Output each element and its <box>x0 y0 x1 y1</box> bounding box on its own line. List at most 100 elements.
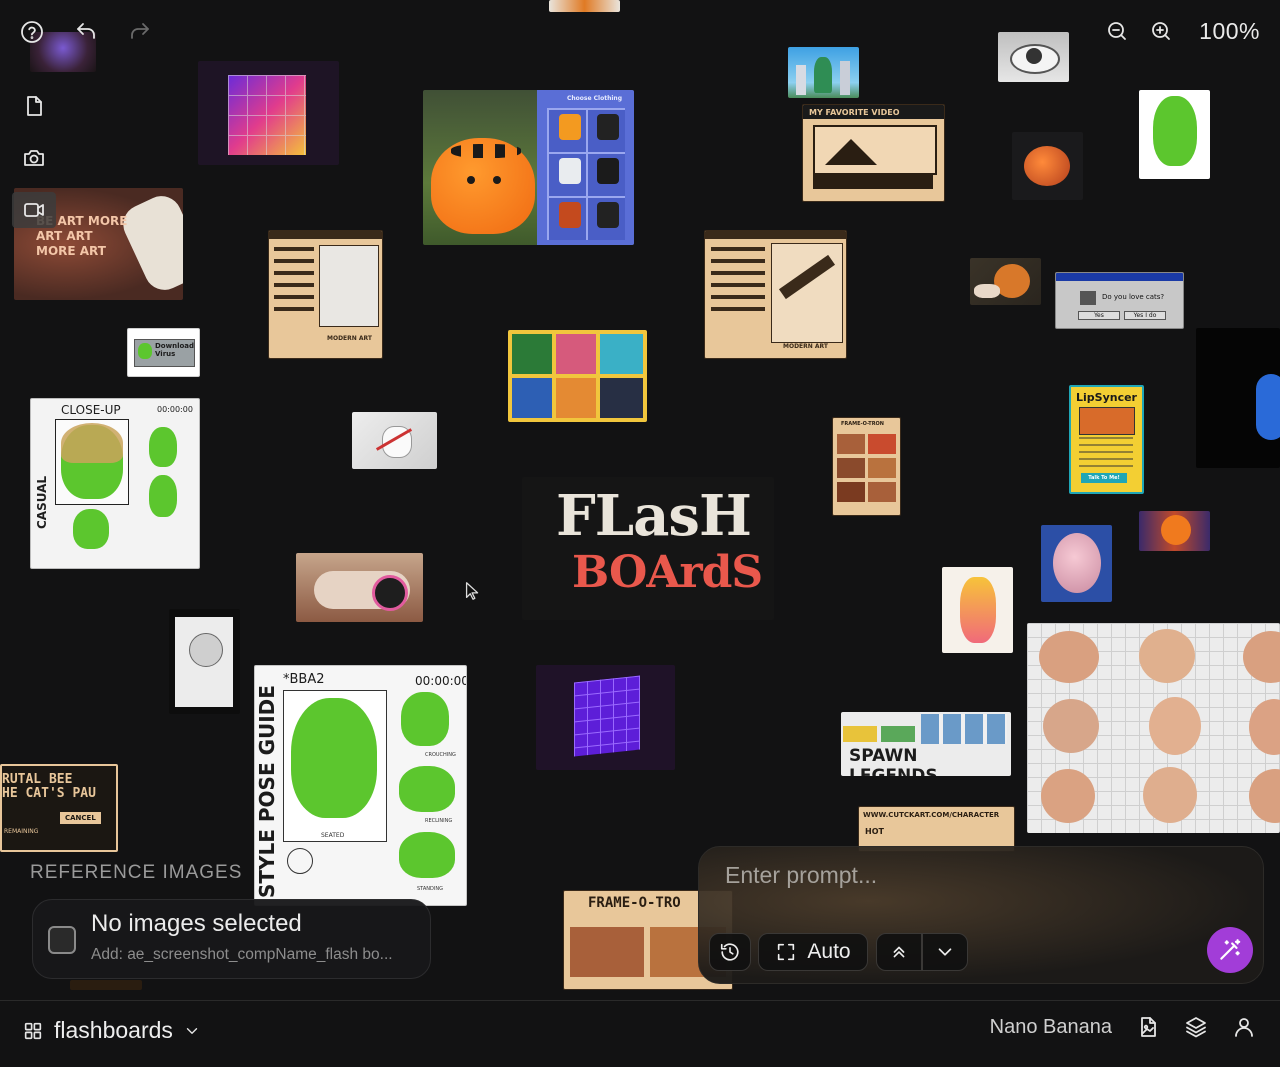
prompt-input[interactable] <box>723 861 1227 890</box>
thumbnail-lipsyncer[interactable]: LipSyncer Talk To Me! <box>1069 385 1144 494</box>
top-left-toolbar <box>14 14 158 50</box>
thumbnail-partial-bottom[interactable] <box>70 980 142 990</box>
reference-hint: Add: ae_screenshot_compName_flash bo... <box>91 946 393 963</box>
chevron-down-icon <box>183 1022 201 1040</box>
frog-figure <box>291 698 377 818</box>
thumbnail-modern-art-1[interactable]: MODERN ART <box>268 230 383 359</box>
thumbnail-modern-art-2[interactable]: MODERN ART <box>704 230 847 359</box>
aspect-ratio-label: Auto <box>807 940 851 963</box>
thumbnail-download-virus[interactable]: Download Virus <box>127 328 200 377</box>
camera-icon[interactable] <box>12 140 56 176</box>
pose-label-reclining: RECLINING <box>425 818 453 824</box>
frog-figure <box>73 509 109 549</box>
model-name[interactable]: Nano Banana <box>990 1016 1112 1039</box>
thumbnail-cat-toy[interactable] <box>1012 132 1083 200</box>
zoom-out-icon[interactable] <box>1101 14 1133 48</box>
thumbnail-frog-chair[interactable] <box>1139 90 1210 179</box>
thumbnail-cat-sketch[interactable] <box>352 412 437 469</box>
modern-art-label-2: MODERN ART <box>783 343 828 350</box>
prompt-panel: Auto <box>698 846 1264 984</box>
chevron-down-icon <box>938 948 952 956</box>
generate-button[interactable] <box>1207 927 1253 973</box>
reference-select-checkbox[interactable] <box>48 926 76 954</box>
style-pose-code: *BBA2 <box>283 672 325 687</box>
aspect-ratio-button[interactable]: Auto <box>758 933 868 971</box>
bottom-bar: flashboards Nano Banana <box>0 1000 1280 1067</box>
thumbnail-top-partial[interactable] <box>549 0 620 12</box>
thumbnail-frame-o-tron-small[interactable]: FRAME-O-TRON <box>832 417 901 516</box>
flashboards-logo[interactable]: FLasH BOArdS <box>522 477 774 620</box>
thumbnail-city[interactable] <box>788 47 859 98</box>
style-pose-time: 00:00:00 <box>415 674 467 688</box>
reference-status: No images selected <box>91 910 302 937</box>
remaining-label: REMAINING <box>4 828 39 835</box>
pose-label-standing: STANDING <box>417 886 443 892</box>
frog-figure <box>149 475 177 517</box>
thumbnail-my-favorite-video[interactable]: MY FAVORITE VIDEO <box>802 104 945 202</box>
cats-dialog-question: Do you love cats? <box>1102 293 1165 301</box>
frog-icon <box>138 343 152 359</box>
history-button[interactable] <box>709 933 751 971</box>
frog-figure <box>149 427 177 467</box>
logo-line-2: BOArdS <box>572 547 763 598</box>
thumbnail-eye[interactable] <box>998 32 1069 82</box>
reference-images-panel[interactable]: No images selected Add: ae_screenshot_co… <box>32 899 431 979</box>
close-up-label: CLOSE-UP <box>61 403 121 417</box>
thumbnail-collage-grid[interactable] <box>508 330 647 422</box>
chevrons-up-icon <box>893 946 905 958</box>
pose-label-seated: SEATED <box>321 832 345 839</box>
left-toolbar <box>12 88 56 228</box>
casual-label: CASUAL <box>35 475 49 529</box>
frog-figure <box>1153 96 1197 166</box>
dropdown-button[interactable] <box>922 933 968 971</box>
document-icon[interactable] <box>12 88 56 124</box>
user-icon[interactable] <box>1232 1015 1256 1039</box>
thumbnail-brutal-bee[interactable]: RUTAL BEE HE CAT'S PAU CANCEL REMAINING <box>0 764 118 852</box>
thumbnail-spawn-legends[interactable]: SPAWN LEGENDS <box>841 712 1011 776</box>
hot-label: HOT <box>865 827 884 836</box>
magic-wand-icon <box>1220 939 1241 960</box>
pose-label-crouching: CROUCHING <box>425 752 456 758</box>
image-file-icon[interactable] <box>1136 1015 1160 1039</box>
thumbnail-purple-cube[interactable] <box>536 665 675 770</box>
download-virus-label: Download Virus <box>155 342 195 358</box>
zoom-controls: 100% <box>1101 14 1260 48</box>
thumbnail-style-pose-guide[interactable]: STYLE POSE GUIDE *BBA2 00:00:00 SEATED C… <box>254 665 467 906</box>
reference-images-title: REFERENCE IMAGES <box>30 862 243 883</box>
brutal-bee-line-1: RUTAL BEE <box>2 772 73 787</box>
frame-o-tron-title: FRAME-O-TRO <box>588 895 681 911</box>
thumbnail-close-up-frog[interactable]: CLOSE-UP 00:00:00 CASUAL <box>30 398 200 569</box>
thumbnail-purple-grid[interactable] <box>198 61 339 165</box>
project-name: flashboards <box>54 1017 173 1043</box>
expand-up-button[interactable] <box>876 933 922 971</box>
thumbnail-tiger[interactable] <box>970 258 1041 305</box>
video-camera-icon[interactable] <box>12 192 56 228</box>
thumbnail-pink-cat-toy[interactable] <box>942 567 1013 653</box>
mouse-cursor-icon <box>462 578 484 604</box>
help-icon[interactable] <box>14 14 50 50</box>
project-switcher[interactable]: flashboards <box>22 1017 201 1044</box>
zoom-level[interactable]: 100% <box>1199 18 1260 45</box>
lipsyncer-title: LipSyncer <box>1076 391 1137 404</box>
thumbnail-orange-creature[interactable]: Choose Clothing <box>423 90 634 245</box>
brutal-bee-line-2: HE CAT'S PAU <box>2 786 96 801</box>
thumbnail-cats-dialog[interactable]: Do you love cats? Yes Yes I do <box>1055 272 1184 329</box>
thumbnail-right-partial[interactable] <box>1196 328 1280 468</box>
talk-to-me-label: Talk To Me! <box>1081 473 1127 483</box>
frog-figure <box>399 832 455 878</box>
style-pose-title: STYLE POSE GUIDE <box>255 685 279 898</box>
thumbnail-race-car[interactable] <box>296 553 423 622</box>
modern-art-label-1: MODERN ART <box>327 335 372 342</box>
undo-icon[interactable] <box>68 14 104 50</box>
redo-icon[interactable] <box>122 14 158 50</box>
zoom-in-icon[interactable] <box>1145 14 1177 48</box>
layers-icon[interactable] <box>1184 1015 1208 1039</box>
frog-figure <box>399 766 455 812</box>
thumbnail-troll-faces[interactable] <box>1027 623 1280 833</box>
thumbnail-troll-phone[interactable] <box>169 609 240 714</box>
thumbnail-pumpkin[interactable] <box>1139 511 1210 551</box>
history-icon <box>720 943 739 961</box>
cancel-label: CANCEL <box>60 812 101 824</box>
close-up-time: 00:00:00 <box>157 405 193 414</box>
thumbnail-pink-furry[interactable] <box>1041 525 1112 602</box>
